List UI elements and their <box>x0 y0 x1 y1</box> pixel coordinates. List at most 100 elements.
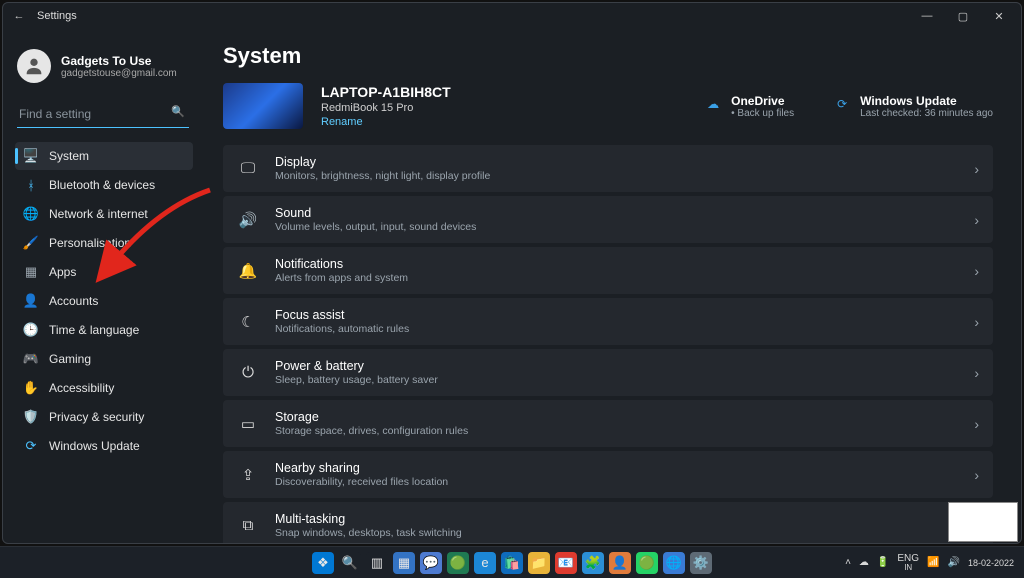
chevron-right-icon: › <box>974 212 979 228</box>
profile[interactable]: Gadgets To Use gadgetstouse@gmail.com <box>17 49 189 83</box>
nav-label: Network & internet <box>49 207 148 221</box>
sidebar-item-windows-update[interactable]: ⟳Windows Update <box>15 432 193 460</box>
update-icon: ⟳ <box>832 94 852 114</box>
onedrive-title: OneDrive <box>731 94 794 108</box>
row-desc: Notifications, automatic rules <box>275 323 958 335</box>
taskbar-app-icon[interactable]: 📧 <box>555 552 577 574</box>
nav-icon: 👤 <box>23 293 39 309</box>
nav-label: Privacy & security <box>49 410 144 424</box>
row-icon: ☾ <box>237 313 259 331</box>
language-indicator[interactable]: ENGIN <box>897 554 919 572</box>
row-icon: 🔊 <box>237 211 259 229</box>
nav-label: Accounts <box>49 294 98 308</box>
sidebar-item-gaming[interactable]: 🎮Gaming <box>15 345 193 373</box>
taskbar-app-icon[interactable]: 🟢 <box>447 552 469 574</box>
row-icon: 🔔 <box>237 262 259 280</box>
device-name: LAPTOP-A1BIH8CT <box>321 84 451 100</box>
maximize-button[interactable]: ▢ <box>945 4 981 28</box>
sidebar-item-bluetooth-devices[interactable]: ᚼBluetooth & devices <box>15 171 193 199</box>
taskbar-app-icon[interactable]: 🧩 <box>582 552 604 574</box>
profile-email: gadgetstouse@gmail.com <box>61 68 177 79</box>
nav-icon: ᚼ <box>23 177 39 193</box>
chevron-right-icon: › <box>974 365 979 381</box>
nav-icon: 🛡️ <box>23 409 39 425</box>
taskbar-app-icon[interactable]: 🟢 <box>636 552 658 574</box>
chevron-right-icon: › <box>974 314 979 330</box>
row-icon: ▭ <box>237 415 259 433</box>
taskbar-tray[interactable]: ˄ ☁ 🔋 ENGIN 📶 🔊 18-02-2022 <box>845 554 1024 572</box>
row-icon: ⏻ <box>237 364 259 381</box>
taskbar-app-icon[interactable]: ▥ <box>366 552 388 574</box>
settings-row-focus-assist[interactable]: ☾ Focus assist Notifications, automatic … <box>223 298 993 345</box>
wallpaper-thumb <box>223 83 303 129</box>
sidebar-item-time-language[interactable]: 🕒Time & language <box>15 316 193 344</box>
tray-battery-icon[interactable]: ☁ <box>859 557 869 568</box>
close-button[interactable]: ✕ <box>981 4 1017 28</box>
onedrive-status[interactable]: ☁ OneDrive • Back up files <box>703 94 794 119</box>
tray-power-icon[interactable]: 🔋 <box>877 557 889 568</box>
page-heading: System <box>223 43 993 69</box>
update-sub: Last checked: 36 minutes ago <box>860 108 993 119</box>
settings-list: 🖵 Display Monitors, brightness, night li… <box>223 145 993 543</box>
windows-update-status[interactable]: ⟳ Windows Update Last checked: 36 minute… <box>832 94 993 119</box>
row-desc: Volume levels, output, input, sound devi… <box>275 221 958 233</box>
row-desc: Snap windows, desktops, task switching <box>275 527 958 539</box>
settings-row-storage[interactable]: ▭ Storage Storage space, drives, configu… <box>223 400 993 447</box>
update-title: Windows Update <box>860 94 993 108</box>
window-title: Settings <box>37 10 77 22</box>
settings-row-nearby-sharing[interactable]: ⇪ Nearby sharing Discoverability, receiv… <box>223 451 993 498</box>
volume-icon[interactable]: 🔊 <box>948 557 960 568</box>
settings-row-display[interactable]: 🖵 Display Monitors, brightness, night li… <box>223 145 993 192</box>
sidebar-item-accessibility[interactable]: ✋Accessibility <box>15 374 193 402</box>
row-icon: ⧉ <box>237 517 259 534</box>
row-title: Nearby sharing <box>275 461 958 475</box>
search-box[interactable]: 🔍 <box>17 101 189 128</box>
tray-chevron-icon[interactable]: ˄ <box>845 557 851 568</box>
nav-label: Accessibility <box>49 381 114 395</box>
sidebar: Gadgets To Use gadgetstouse@gmail.com 🔍 … <box>3 29 201 543</box>
taskbar-app-icon[interactable]: 📁 <box>528 552 550 574</box>
row-icon: 🖵 <box>237 160 259 177</box>
minimize-button[interactable]: — <box>909 4 945 28</box>
avatar-icon <box>17 49 51 83</box>
taskbar-app-icon[interactable]: e <box>474 552 496 574</box>
sidebar-item-accounts[interactable]: 👤 Accounts <box>15 287 193 315</box>
sidebar-item-system[interactable]: 🖥️System <box>15 142 193 170</box>
taskbar: ❖🔍▥▦💬🟢e🛍️📁📧🧩👤🟢🌐⚙️ ˄ ☁ 🔋 ENGIN 📶 🔊 18-02-… <box>0 546 1024 578</box>
cloud-icon: ☁ <box>703 94 723 114</box>
taskbar-center: ❖🔍▥▦💬🟢e🛍️📁📧🧩👤🟢🌐⚙️ <box>312 552 712 574</box>
sidebar-item-privacy-security[interactable]: 🛡️ Privacy & security <box>15 403 193 431</box>
taskbar-app-icon[interactable]: 🛍️ <box>501 552 523 574</box>
chevron-right-icon: › <box>974 161 979 177</box>
settings-row-multi-tasking[interactable]: ⧉ Multi-tasking Snap windows, desktops, … <box>223 502 993 543</box>
row-desc: Sleep, battery usage, battery saver <box>275 374 958 386</box>
device-model: RedmiBook 15 Pro <box>321 102 451 114</box>
settings-row-notifications[interactable]: 🔔 Notifications Alerts from apps and sys… <box>223 247 993 294</box>
row-title: Power & battery <box>275 359 958 373</box>
search-input[interactable] <box>17 101 189 127</box>
nav-icon: ▦ <box>23 264 39 280</box>
settings-row-power-battery[interactable]: ⏻ Power & battery Sleep, battery usage, … <box>223 349 993 396</box>
row-desc: Monitors, brightness, night light, displ… <box>275 170 958 182</box>
taskbar-app-icon[interactable]: 👤 <box>609 552 631 574</box>
taskbar-app-icon[interactable]: ❖ <box>312 552 334 574</box>
wifi-icon[interactable]: 📶 <box>927 557 939 568</box>
onedrive-sub: • Back up files <box>731 108 794 119</box>
rename-link[interactable]: Rename <box>321 116 451 128</box>
taskbar-app-icon[interactable]: ⚙️ <box>690 552 712 574</box>
nav-label: Gaming <box>49 352 91 366</box>
nav-label: Windows Update <box>49 439 140 453</box>
taskbar-app-icon[interactable]: 🌐 <box>663 552 685 574</box>
back-button[interactable]: ← <box>7 10 31 22</box>
nav-label: System <box>49 149 89 163</box>
taskbar-app-icon[interactable]: 💬 <box>420 552 442 574</box>
row-icon: ⇪ <box>237 466 259 484</box>
sidebar-item-apps[interactable]: ▦Apps <box>15 258 193 286</box>
taskbar-date[interactable]: 18-02-2022 <box>968 558 1014 568</box>
sidebar-item-network-internet[interactable]: 🌐Network & internet <box>15 200 193 228</box>
taskbar-app-icon[interactable]: 🔍 <box>339 552 361 574</box>
settings-row-sound[interactable]: 🔊 Sound Volume levels, output, input, so… <box>223 196 993 243</box>
taskbar-app-icon[interactable]: ▦ <box>393 552 415 574</box>
row-desc: Storage space, drives, configuration rul… <box>275 425 958 437</box>
sidebar-item-personalisation[interactable]: 🖌️Personalisation <box>15 229 193 257</box>
